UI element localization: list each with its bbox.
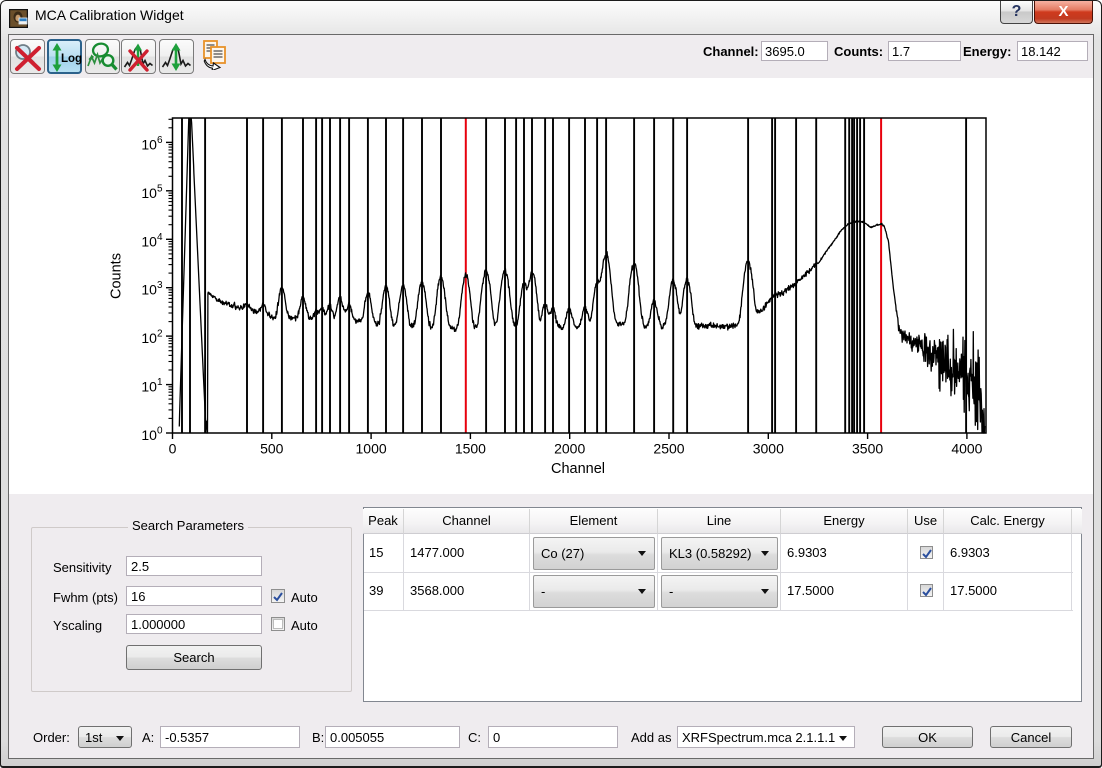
- svg-text:1500: 1500: [455, 441, 486, 457]
- svg-text:100: 100: [141, 426, 163, 444]
- svg-text:1000: 1000: [356, 441, 387, 457]
- svg-text:103: 103: [141, 280, 163, 298]
- svg-text:3000: 3000: [753, 441, 784, 457]
- svg-text:105: 105: [141, 183, 163, 201]
- svg-text:104: 104: [141, 232, 163, 250]
- svg-text:Log: Log: [61, 53, 82, 65]
- svg-text:102: 102: [141, 329, 163, 347]
- svg-text:2500: 2500: [653, 441, 684, 457]
- svg-text:106: 106: [141, 135, 163, 153]
- svg-text:Counts: Counts: [109, 253, 125, 299]
- svg-text:101: 101: [141, 377, 163, 395]
- svg-text:Channel: Channel: [551, 461, 605, 477]
- svg-text:0: 0: [169, 441, 177, 457]
- svg-text:3500: 3500: [852, 441, 883, 457]
- svg-text:4000: 4000: [951, 441, 982, 457]
- svg-text:500: 500: [260, 441, 284, 457]
- svg-text:2000: 2000: [554, 441, 585, 457]
